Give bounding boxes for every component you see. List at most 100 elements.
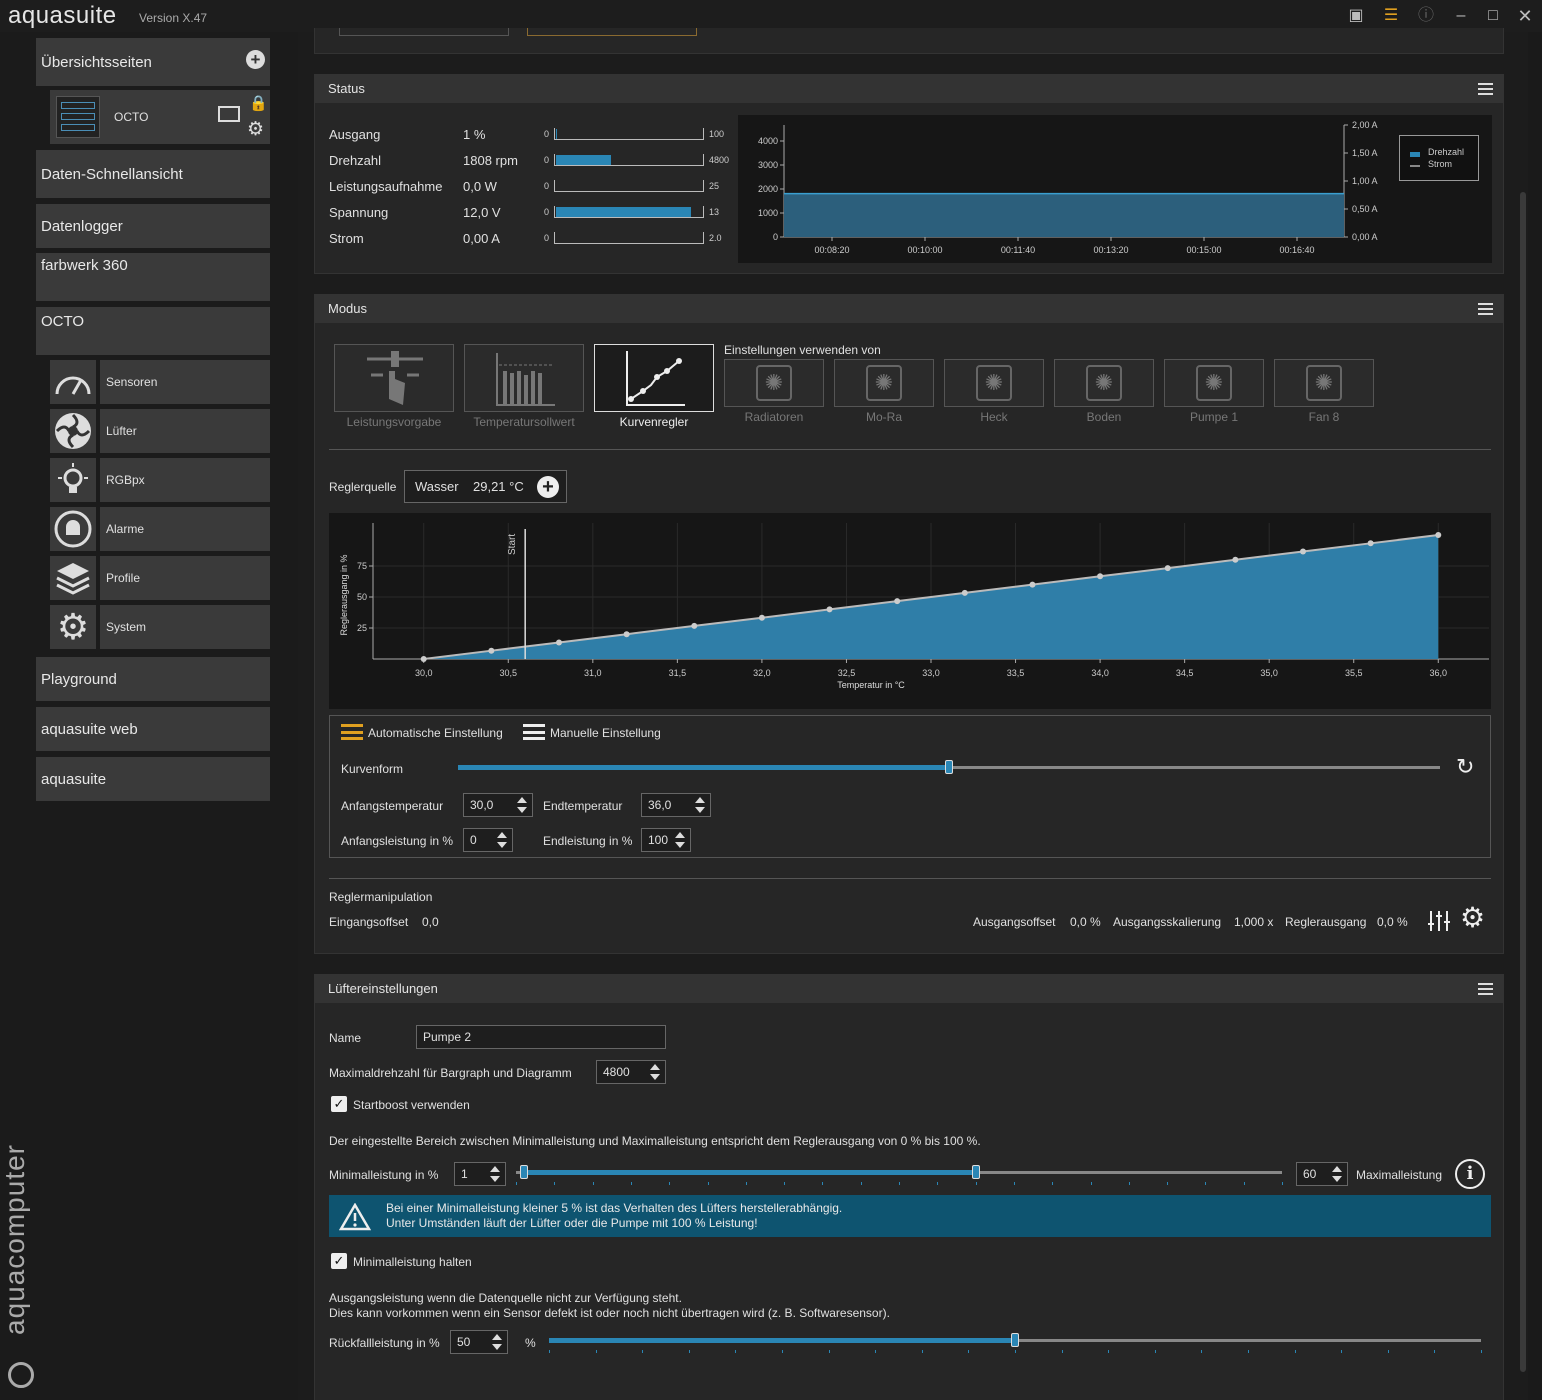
- start-power-value: 0: [470, 833, 477, 847]
- bulb-icon[interactable]: [50, 458, 96, 502]
- fallback-spinner[interactable]: 50: [450, 1330, 508, 1354]
- slider-tick: [669, 1182, 671, 1185]
- sidebar-item-farbwerk[interactable]: farbwerk 360: [36, 253, 270, 301]
- status-min: 0: [544, 155, 550, 165]
- start-temp-spinner[interactable]: 30,0: [463, 793, 533, 817]
- source-card[interactable]: ✺: [724, 359, 824, 407]
- camera-icon[interactable]: ▣: [1346, 6, 1366, 26]
- sliders-icon[interactable]: [1427, 909, 1451, 933]
- curve-point: [758, 614, 765, 621]
- slider-tick: [1108, 1350, 1110, 1353]
- info-icon[interactable]: i: [1455, 1159, 1485, 1189]
- add-source-icon[interactable]: +: [537, 476, 559, 498]
- close-icon[interactable]: ✕: [1515, 6, 1535, 26]
- gear-icon[interactable]: ⚙: [1460, 903, 1485, 933]
- sidebar-item-sensors[interactable]: Sensoren: [100, 360, 270, 404]
- menu-icon[interactable]: [1478, 83, 1493, 95]
- start-power-spinner[interactable]: 0: [463, 828, 513, 852]
- fan-icon[interactable]: [50, 409, 96, 453]
- manual-setting-icon[interactable]: [523, 724, 545, 740]
- slider-thumb[interactable]: [971, 1165, 980, 1179]
- range-text: Der eingestellte Bereich zwischen Minima…: [329, 1134, 981, 1148]
- info-icon[interactable]: ⓘ: [1416, 6, 1436, 26]
- refresh-icon[interactable]: ↻: [1456, 754, 1474, 780]
- menu-icon[interactable]: [1478, 983, 1493, 995]
- spinner-arrows-icon[interactable]: [649, 1064, 661, 1080]
- maxrpm-spinner[interactable]: 4800: [596, 1060, 666, 1084]
- end-power-spinner[interactable]: 100: [641, 828, 691, 852]
- spinner-arrows-icon[interactable]: [516, 797, 528, 813]
- source-card[interactable]: ✺: [1164, 359, 1264, 407]
- max-power-spinner[interactable]: 60: [1296, 1162, 1348, 1186]
- maximize-icon[interactable]: □: [1483, 6, 1503, 26]
- bell-icon[interactable]: [50, 507, 96, 551]
- minimize-icon[interactable]: –: [1451, 6, 1471, 26]
- sidebar-item-quick-view[interactable]: Daten-Schnellansicht: [36, 150, 270, 198]
- gear-icon[interactable]: ⚙: [50, 605, 96, 649]
- sidebar-item-octo-page[interactable]: OCTO 🔒 ⚙: [50, 90, 270, 144]
- gear-icon[interactable]: ⚙: [247, 118, 264, 141]
- startboost-label[interactable]: Startboost verwenden: [353, 1098, 470, 1112]
- fallback-slider[interactable]: [549, 1329, 1482, 1355]
- name-input[interactable]: Pumpe 2: [416, 1025, 666, 1049]
- spinner-arrows-icon[interactable]: [674, 832, 686, 848]
- mode-curve-controller[interactable]: [594, 344, 714, 412]
- gauge-icon[interactable]: [50, 360, 96, 404]
- curve-chart: 30,0 30,5 31,0 31,5 32,0 32,5 33,0 33,5 34,0 34,5…: [329, 513, 1491, 709]
- spinner-arrows-icon[interactable]: [496, 832, 508, 848]
- sidebar-item-rgbpx[interactable]: RGBpx: [100, 458, 270, 502]
- layers-icon[interactable]: ☰: [1381, 6, 1401, 26]
- sidebar-item-playground[interactable]: Playground: [36, 657, 270, 701]
- name-value: Pumpe 2: [423, 1030, 472, 1044]
- source-card[interactable]: ✺: [834, 359, 934, 407]
- sidebar-item-alarms[interactable]: Alarme: [100, 507, 270, 551]
- sidebar-item-datalogger[interactable]: Datenlogger: [36, 204, 270, 248]
- source-card[interactable]: ✺: [944, 359, 1044, 407]
- mode-temperature-setpoint[interactable]: [464, 344, 584, 412]
- spinner-arrows-icon[interactable]: [491, 1334, 503, 1350]
- menu-icon[interactable]: [1478, 303, 1493, 315]
- slider-thumb-min[interactable]: [519, 1165, 528, 1179]
- spinner-arrows-icon[interactable]: [1331, 1166, 1343, 1182]
- sidebar-item-aquasuite[interactable]: aquasuite: [36, 757, 270, 801]
- power-range-slider[interactable]: [516, 1161, 1283, 1187]
- source-card[interactable]: ✺: [1054, 359, 1154, 407]
- curve-shape-thumb[interactable]: [945, 760, 953, 774]
- spinner-arrows-icon[interactable]: [694, 797, 706, 813]
- end-temp-spinner[interactable]: 36,0: [641, 793, 711, 817]
- spinner-arrows-icon[interactable]: [489, 1166, 501, 1182]
- curve-chart-svg[interactable]: 30,0 30,5 31,0 31,5 32,0 32,5 33,0 33,5 34,0 34,5…: [329, 513, 1491, 709]
- add-page-icon[interactable]: +: [246, 50, 265, 69]
- slider-tick: [1090, 1182, 1092, 1185]
- slider-thumb[interactable]: [1011, 1333, 1019, 1347]
- hold-min-label[interactable]: Minimalleistung halten: [353, 1255, 472, 1269]
- manual-setting-label[interactable]: Manuelle Einstellung: [550, 726, 661, 740]
- sidebar-item-system[interactable]: System: [100, 605, 270, 649]
- min-power-spinner[interactable]: 1: [454, 1162, 506, 1186]
- scrollbar[interactable]: [1520, 192, 1526, 1372]
- sidebar-item-aquasuite-web[interactable]: aquasuite web: [36, 707, 270, 751]
- status-label: Leistungsaufnahme: [329, 179, 443, 194]
- sidebar-item-fans[interactable]: Lüfter: [100, 409, 270, 453]
- lock-icon[interactable]: 🔒: [249, 94, 268, 112]
- mode-power-preset[interactable]: [334, 344, 454, 412]
- legend-swatch-current: [1410, 165, 1420, 167]
- fan-icon: ✺: [866, 365, 902, 401]
- hold-min-checkbox[interactable]: ✓: [331, 1253, 347, 1269]
- startboost-checkbox[interactable]: ✓: [331, 1096, 347, 1112]
- sidebar-item-octo[interactable]: OCTO: [36, 307, 270, 355]
- slider-tick: [1248, 1350, 1249, 1353]
- auto-setting-label[interactable]: Automatische Einstellung: [368, 726, 503, 740]
- controller-source-select[interactable]: Wasser 29,21 °C +: [404, 470, 567, 503]
- sidebar-item-overview[interactable]: Übersichtsseiten +: [36, 38, 270, 86]
- slider-tick: [745, 1182, 747, 1185]
- auto-setting-icon[interactable]: [341, 724, 363, 740]
- slider-hand-icon: [367, 351, 423, 405]
- sidebar-item-profiles[interactable]: Profile: [100, 556, 270, 600]
- monitor-icon[interactable]: [218, 106, 240, 122]
- fallback-text1: Ausgangsleistung wenn die Datenquelle ni…: [329, 1291, 682, 1305]
- source-card[interactable]: ✺: [1274, 359, 1374, 407]
- curve-point: [894, 598, 901, 605]
- source-label: Mo-Ra: [865, 410, 902, 424]
- layers-icon[interactable]: [50, 556, 96, 600]
